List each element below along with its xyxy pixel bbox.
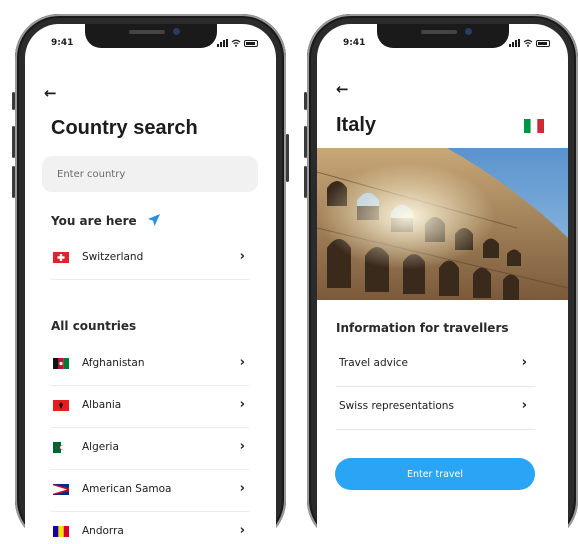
chevron-right-icon: › [239, 249, 245, 264]
flag-albania [53, 400, 69, 411]
list-item-current-location[interactable]: Switzerland › [51, 238, 249, 280]
item-label: Swiss representations [339, 400, 454, 412]
country-label: Andorra [82, 525, 124, 537]
volume-up-button [304, 126, 307, 158]
flag-algeria [53, 442, 69, 453]
mute-switch [304, 92, 307, 110]
chevron-right-icon: › [521, 398, 527, 413]
location-arrow-icon [147, 214, 160, 226]
volume-down-button [12, 166, 15, 198]
phone-frame-country-detail: 9:41 ← Italy Information for travellers … [304, 14, 578, 544]
volume-down-button [304, 166, 307, 198]
battery-icon [536, 39, 550, 47]
swiss-representations-item[interactable]: Swiss representations › [336, 387, 535, 430]
colosseum-photo [317, 148, 568, 300]
arrow-left-icon: ← [44, 84, 57, 102]
country-label: Switzerland [82, 251, 144, 263]
chevron-right-icon: › [239, 523, 245, 538]
page-title: Country search [51, 117, 198, 139]
you-are-here-heading: You are here [51, 213, 161, 228]
country-label: American Samoa [82, 483, 172, 495]
country-label: Albania [82, 399, 122, 411]
list-item-country[interactable]: Afghanistan › [51, 344, 249, 386]
status-time: 9:41 [51, 38, 74, 48]
flag-afghanistan [53, 358, 69, 369]
item-label: Travel advice [339, 357, 409, 369]
wifi-icon [523, 39, 533, 47]
phone-frame-country-search: 9:41 ← Country search You are here Switz… [12, 14, 289, 544]
battery-icon [244, 39, 258, 47]
flag-italy [524, 119, 544, 133]
signal-icon [509, 39, 520, 47]
flag-andorra [53, 526, 69, 537]
arrow-left-icon: ← [336, 80, 349, 98]
chevron-right-icon: › [239, 355, 245, 370]
status-bar: 9:41 [25, 38, 276, 52]
chevron-right-icon: › [239, 439, 245, 454]
back-button[interactable]: ← [44, 86, 57, 101]
info-heading: Information for travellers [336, 321, 509, 335]
page-title: Italy [336, 114, 377, 136]
status-time: 9:41 [343, 38, 366, 48]
enter-travel-button[interactable]: Enter travel [335, 458, 535, 490]
volume-up-button [12, 126, 15, 158]
wifi-icon [231, 39, 241, 47]
list-item-country[interactable]: Albania › [51, 386, 249, 428]
chevron-right-icon: › [239, 481, 245, 496]
country-search-input[interactable] [42, 156, 258, 192]
all-countries-heading: All countries [51, 319, 137, 333]
signal-icon [217, 39, 228, 47]
flag-american-samoa [53, 484, 69, 495]
country-label: Afghanistan [82, 357, 145, 369]
power-button [286, 134, 289, 182]
status-bar: 9:41 [317, 38, 568, 52]
list-item-country[interactable]: American Samoa › [51, 470, 249, 512]
country-label: Algeria [82, 441, 119, 453]
flag-switzerland [53, 252, 69, 263]
chevron-right-icon: › [521, 355, 527, 370]
list-item-country[interactable]: Algeria › [51, 428, 249, 470]
country-detail-screen: 9:41 ← Italy Information for travellers … [317, 24, 568, 544]
back-button[interactable]: ← [336, 82, 349, 97]
travel-advice-item[interactable]: Travel advice › [336, 344, 535, 387]
mute-switch [12, 92, 15, 110]
chevron-right-icon: › [239, 397, 245, 412]
you-are-here-label: You are here [51, 214, 137, 228]
country-search-screen: 9:41 ← Country search You are here Switz… [25, 24, 276, 544]
